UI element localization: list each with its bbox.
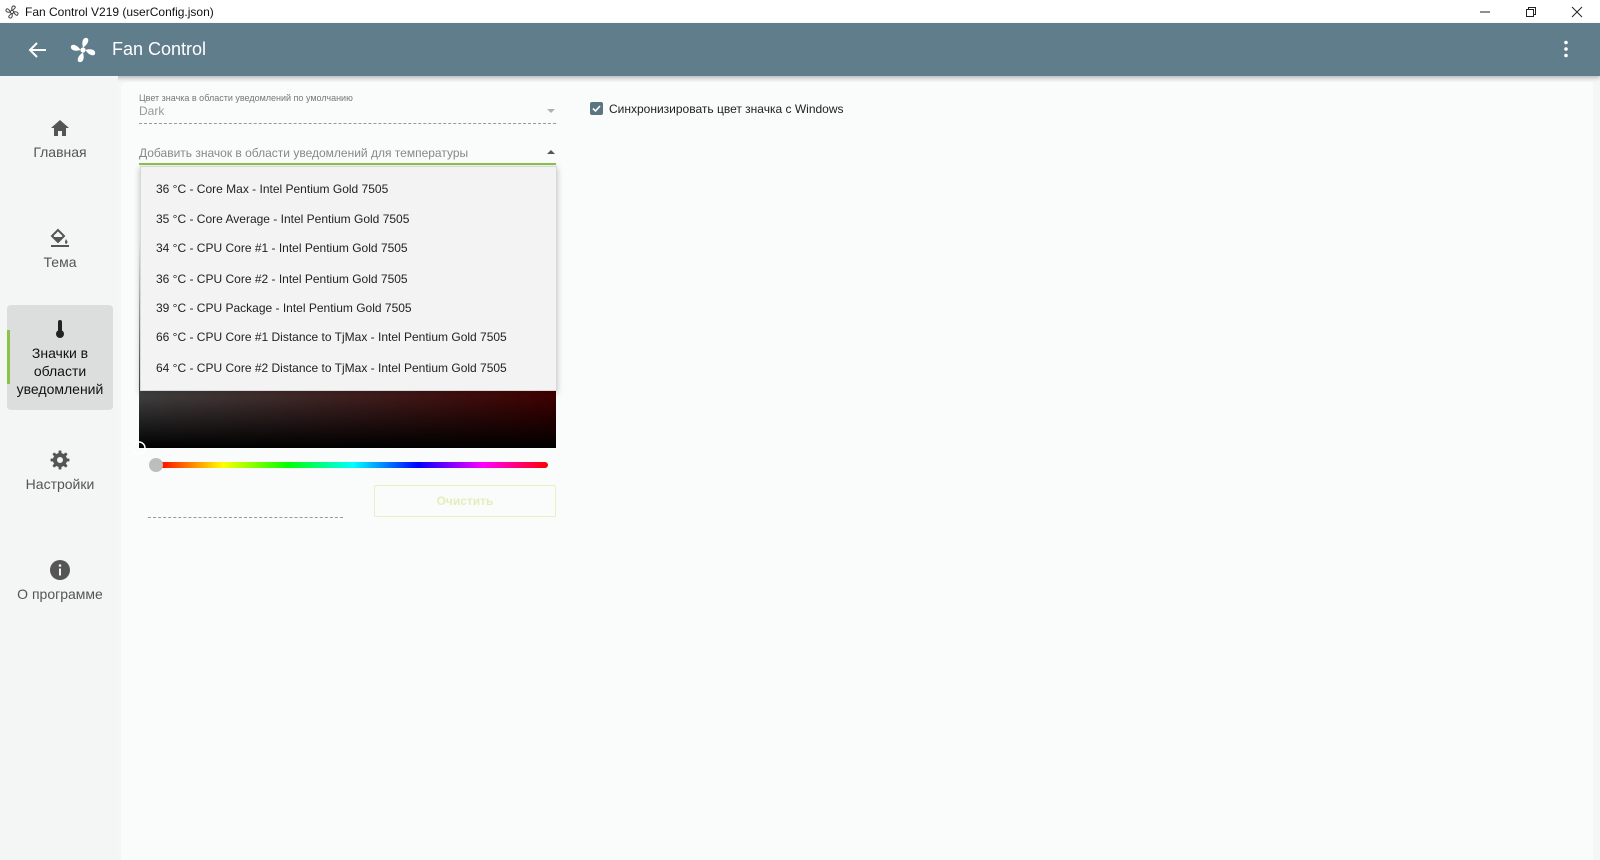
home-icon	[51, 120, 69, 136]
restore-icon	[1526, 6, 1536, 17]
sidebar-item-tray-icons[interactable]: Значки в области уведомлений	[7, 305, 113, 410]
sidebar: Главная Тема Значки в области уведомлени…	[0, 76, 118, 860]
info-icon	[50, 560, 70, 580]
dropdown-option[interactable]: 66 °C - CPU Core #1 Distance to TjMax - …	[156, 330, 507, 344]
text-field-underline	[148, 517, 343, 518]
checkmark-icon	[592, 105, 601, 113]
more-menu-button[interactable]	[1552, 35, 1580, 63]
window-controls	[1462, 0, 1600, 23]
dropdown-option[interactable]: 64 °C - CPU Core #2 Distance to TjMax - …	[156, 361, 507, 375]
fan-logo-icon	[70, 37, 96, 62]
sidebar-item-settings[interactable]: Настройки	[7, 436, 113, 506]
dropdown-option[interactable]: 36 °C - Core Max - Intel Pentium Gold 75…	[156, 182, 388, 196]
add-temperature-icon-underline	[139, 163, 556, 165]
restore-button[interactable]	[1508, 0, 1554, 23]
close-icon	[1571, 6, 1583, 17]
color-picker-handle[interactable]	[133, 436, 153, 456]
fan-icon	[5, 5, 19, 18]
back-button[interactable]	[18, 30, 58, 70]
paint-bucket-icon	[50, 228, 69, 247]
sidebar-item-label: Главная	[33, 144, 87, 160]
default-icon-color-label: Цвет значка в области уведомлений по умо…	[139, 93, 353, 103]
hue-slider-thumb[interactable]	[149, 458, 163, 472]
thermometer-icon	[56, 319, 64, 338]
app-title: Fan Control	[112, 39, 207, 59]
minimize-icon	[1480, 11, 1490, 12]
sync-color-label: Синхронизировать цвет значка с Windows	[609, 102, 844, 116]
chevron-down-icon	[547, 109, 555, 113]
sidebar-item-label: Тема	[43, 254, 77, 270]
dropdown-option[interactable]: 35 °C - Core Average - Intel Pentium Gol…	[156, 212, 409, 226]
gear-icon	[50, 450, 70, 470]
app-bar: Fan Control	[0, 23, 1600, 76]
sidebar-item-about[interactable]: О программе	[7, 546, 113, 616]
more-vertical-icon	[1564, 40, 1568, 58]
window-titlebar: Fan Control V219 (userConfig.json)	[0, 0, 1600, 23]
sidebar-item-label: Настройки	[25, 476, 95, 492]
chevron-up-icon	[547, 150, 555, 154]
dropdown-option[interactable]: 34 °C - CPU Core #1 - Intel Pentium Gold…	[156, 241, 408, 255]
default-icon-color-underline	[139, 123, 556, 124]
sidebar-item-label: О программе	[17, 586, 103, 602]
sync-color-checkbox[interactable]	[590, 102, 603, 115]
dropdown-option[interactable]: 36 °C - CPU Core #2 - Intel Pentium Gold…	[156, 272, 408, 286]
sidebar-item-label: Значки в области уведомлений	[16, 344, 104, 397]
temperature-sensor-dropdown: 36 °C - Core Max - Intel Pentium Gold 75…	[140, 166, 557, 391]
window-title: Fan Control V219 (userConfig.json)	[25, 4, 214, 19]
sidebar-item-home[interactable]: Главная	[7, 104, 113, 174]
hue-slider[interactable]	[158, 462, 548, 468]
dropdown-option[interactable]: 39 °C - CPU Package - Intel Pentium Gold…	[156, 301, 412, 315]
clear-button[interactable]: Очистить	[374, 485, 556, 517]
add-temperature-icon-select[interactable]: Добавить значок в области уведомлений дл…	[139, 146, 468, 160]
sidebar-item-theme[interactable]: Тема	[7, 214, 113, 284]
minimize-button[interactable]	[1462, 0, 1508, 23]
close-button[interactable]	[1554, 0, 1600, 23]
arrow-left-icon	[28, 41, 46, 58]
default-icon-color-select[interactable]: Dark	[139, 104, 164, 118]
